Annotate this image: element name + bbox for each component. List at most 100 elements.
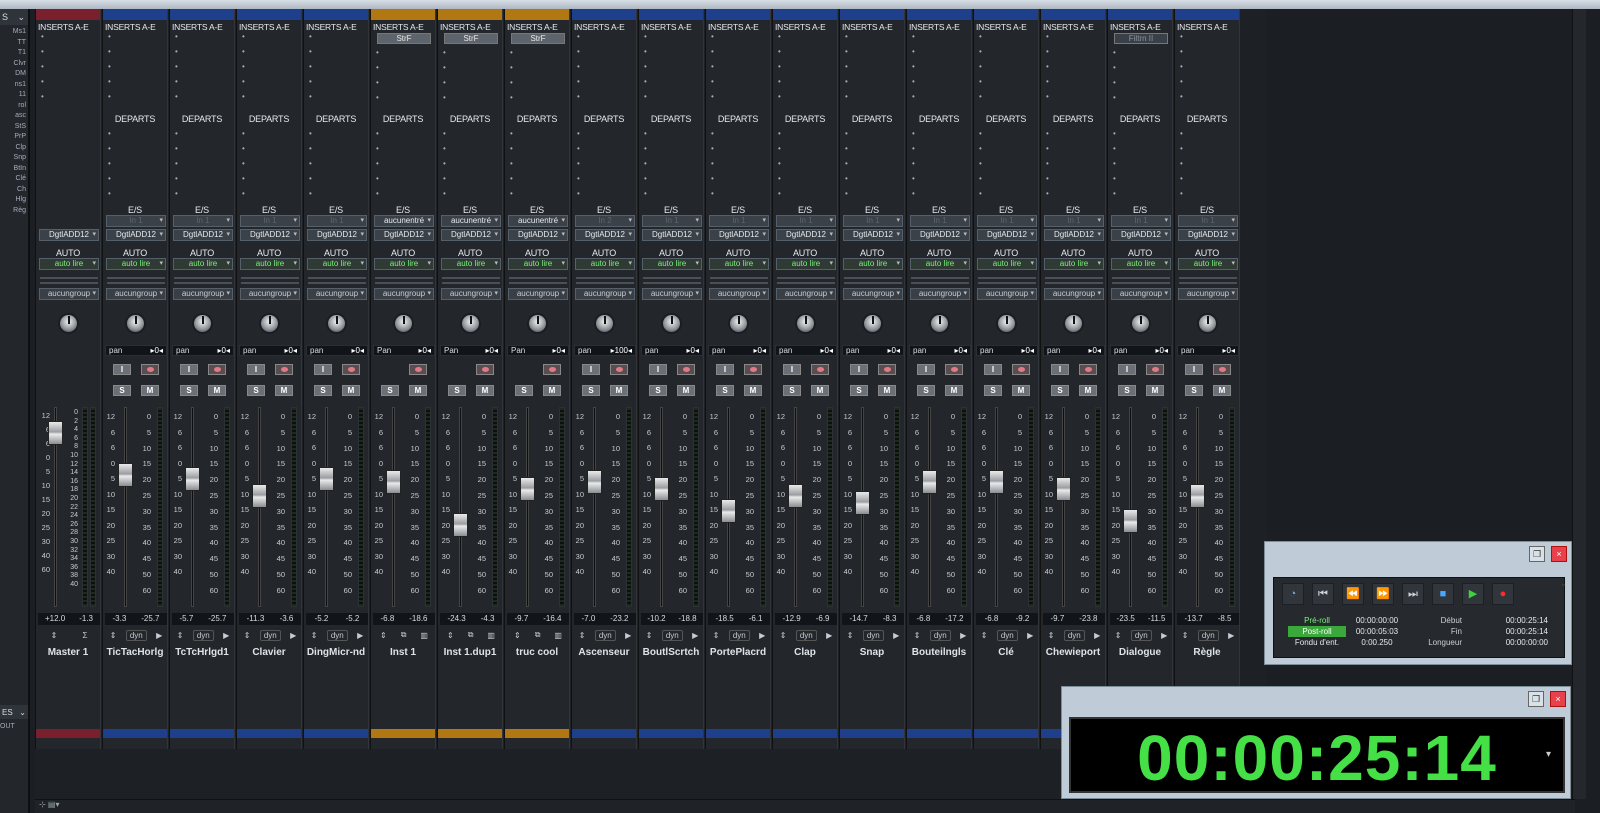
tracks-panel-header[interactable]: S ⌄ xyxy=(0,9,28,25)
track-list-item[interactable]: Ms1 xyxy=(0,27,26,38)
automation-mode-select[interactable]: auto lire xyxy=(39,258,99,270)
transport-row-label[interactable]: Fondu d'ent. xyxy=(1288,637,1346,648)
channel-name[interactable]: Clavier xyxy=(237,647,301,658)
input-select[interactable]: In 1 xyxy=(1178,215,1238,227)
volume-fader[interactable] xyxy=(721,498,736,523)
input-monitor-button[interactable]: I xyxy=(582,364,600,375)
input-select[interactable]: In 1 xyxy=(642,215,702,227)
pan-readout[interactable]: pan ▸0◂ xyxy=(641,345,703,356)
loop-icon[interactable]: ◔ xyxy=(1282,583,1304,605)
automation-mode-select[interactable]: auto lire xyxy=(843,258,903,270)
pan-readout[interactable]: pan ▸0◂ xyxy=(1110,345,1172,356)
play-arrow-icon[interactable]: ▶ xyxy=(759,631,765,640)
track-list-item[interactable]: rol xyxy=(0,101,26,112)
send-slot-dots[interactable]: • • • • • xyxy=(845,126,848,201)
chevron-down-icon[interactable]: ⌄ xyxy=(17,12,25,23)
solo-button[interactable]: S xyxy=(448,385,466,396)
pan-knob[interactable] xyxy=(795,313,816,334)
pan-knob[interactable] xyxy=(996,313,1017,334)
solo-button[interactable]: S xyxy=(582,385,600,396)
track-list-item[interactable]: Clé xyxy=(0,174,26,185)
insert-slot-dots[interactable]: • • • • xyxy=(443,45,446,105)
solo-button[interactable]: S xyxy=(381,385,399,396)
record-arm-button[interactable] xyxy=(1012,364,1030,375)
record-arm-button[interactable] xyxy=(208,364,226,375)
solo-button[interactable]: S xyxy=(783,385,801,396)
play-arrow-icon[interactable]: ▶ xyxy=(156,631,162,640)
play-arrow-icon[interactable]: ▶ xyxy=(290,631,296,640)
track-list-item[interactable]: T1 xyxy=(0,48,26,59)
group-select[interactable]: aucungroup xyxy=(1178,288,1238,300)
transport-options-icon[interactable]: ⌄ xyxy=(1559,578,1567,589)
rewind-icon[interactable]: ⏪ xyxy=(1342,583,1364,605)
group-select[interactable]: aucungroup xyxy=(1111,288,1171,300)
input-monitor-button[interactable]: I xyxy=(314,364,332,375)
pan-knob[interactable] xyxy=(393,313,414,334)
input-monitor-button[interactable]: I xyxy=(113,364,131,375)
channel-name[interactable]: TicTacHorlg xyxy=(103,647,167,658)
group-select[interactable]: aucungroup xyxy=(776,288,836,300)
input-monitor-button[interactable]: I xyxy=(247,364,265,375)
automation-mode-select[interactable]: auto lire xyxy=(106,258,166,270)
group-select[interactable]: aucungroup xyxy=(240,288,300,300)
mute-button[interactable]: M xyxy=(1146,385,1164,396)
input-select[interactable]: In 1 xyxy=(1044,215,1104,227)
track-list-item[interactable]: StS xyxy=(0,122,26,133)
volume-fader[interactable] xyxy=(855,491,870,516)
record-arm-button[interactable] xyxy=(1079,364,1097,375)
expand-icon[interactable]: ⇕ xyxy=(244,631,251,640)
volume-fader[interactable] xyxy=(48,421,63,446)
volume-fader[interactable] xyxy=(185,466,200,491)
record-arm-button[interactable] xyxy=(543,364,561,375)
fast-forward-icon[interactable]: ⏩ xyxy=(1372,583,1394,605)
clock-options-icon[interactable]: ▾ xyxy=(1546,749,1551,760)
record-arm-button[interactable] xyxy=(677,364,695,375)
output-select[interactable]: DgtlADD12 xyxy=(977,229,1037,241)
automation-mode-select[interactable]: auto lire xyxy=(642,258,702,270)
volume-fader[interactable] xyxy=(252,484,267,509)
play-arrow-icon[interactable]: ▶ xyxy=(357,631,363,640)
group-select[interactable]: aucungroup xyxy=(374,288,434,300)
input-select[interactable]: In 1 xyxy=(709,215,769,227)
solo-button[interactable]: S xyxy=(649,385,667,396)
solo-button[interactable]: S xyxy=(113,385,131,396)
input-monitor-button[interactable]: I xyxy=(917,364,935,375)
play-arrow-icon[interactable]: ▶ xyxy=(960,631,966,640)
output-select[interactable]: DgtlADD12 xyxy=(508,229,568,241)
track-list-item[interactable]: TT xyxy=(0,38,26,49)
input-monitor-button[interactable]: I xyxy=(1118,364,1136,375)
insert-slot-dots[interactable]: • • • • • xyxy=(845,29,848,104)
expand-icon[interactable]: ⇕ xyxy=(981,631,988,640)
play-arrow-icon[interactable]: ▶ xyxy=(692,631,698,640)
automation-mode-select[interactable]: auto lire xyxy=(575,258,635,270)
volume-fader[interactable] xyxy=(922,470,937,495)
restore-icon[interactable]: ❐ xyxy=(1528,691,1544,707)
channel-name[interactable]: Inst 1.dup1 xyxy=(438,647,502,658)
volume-fader[interactable] xyxy=(1190,484,1205,509)
channel-name[interactable]: Dialogue xyxy=(1108,647,1172,658)
input-select[interactable]: In 1 xyxy=(106,215,166,227)
record-arm-button[interactable] xyxy=(275,364,293,375)
group-select[interactable]: aucungroup xyxy=(173,288,233,300)
send-slot-dots[interactable]: • • • • • xyxy=(1113,126,1116,201)
expand-icon[interactable]: ⇕ xyxy=(1182,631,1189,640)
insert-slot-dots[interactable]: • • • • xyxy=(1113,45,1116,105)
group-select[interactable]: aucungroup xyxy=(508,288,568,300)
input-select[interactable]: aucunentré xyxy=(441,215,501,227)
channel-name[interactable]: Master 1 xyxy=(36,647,100,658)
play-arrow-icon[interactable]: ▶ xyxy=(893,631,899,640)
expand-icon[interactable]: ⇕ xyxy=(780,631,787,640)
record-arm-button[interactable] xyxy=(945,364,963,375)
mute-button[interactable]: M xyxy=(409,385,427,396)
automation-mode-select[interactable]: auto lire xyxy=(374,258,434,270)
output-select[interactable]: DgtlADD12 xyxy=(240,229,300,241)
volume-fader[interactable] xyxy=(788,484,803,509)
input-select[interactable]: In 1 xyxy=(173,215,233,227)
input-select[interactable]: aucunentré xyxy=(508,215,568,227)
group-select[interactable]: aucungroup xyxy=(1044,288,1104,300)
insert-slot-dots[interactable]: • • • • • xyxy=(175,29,178,104)
output-select[interactable]: DgtlADD12 xyxy=(642,229,702,241)
dyn-button[interactable]: dyn xyxy=(929,629,951,641)
piano-icon[interactable]: ▥ xyxy=(487,631,495,640)
pan-knob[interactable] xyxy=(1063,313,1084,334)
